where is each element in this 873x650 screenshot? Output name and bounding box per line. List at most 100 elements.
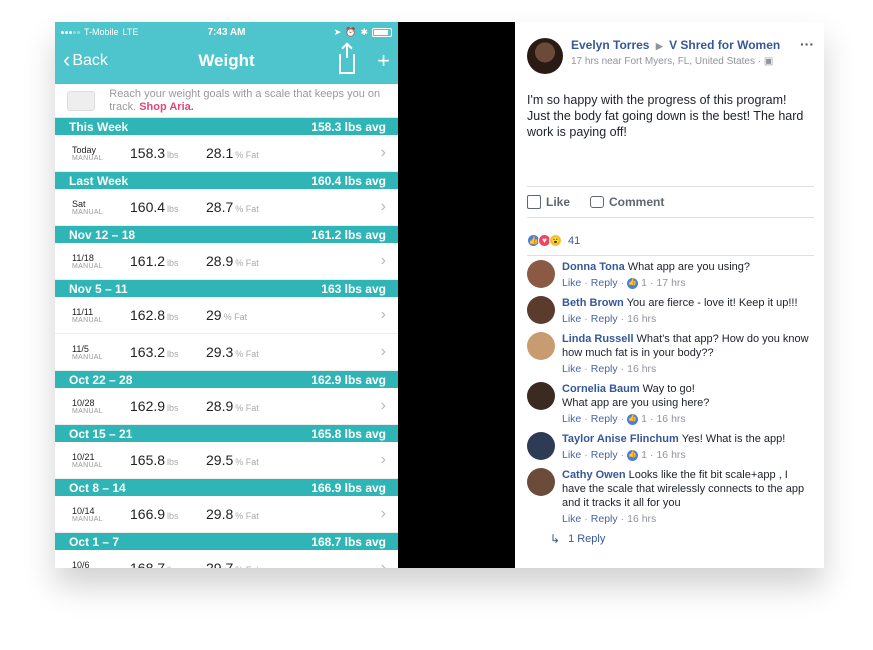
group-name[interactable]: V Shred for Women <box>669 38 780 52</box>
bluetooth-icon: ✱ <box>360 26 368 37</box>
alarm-icon: ⏰ <box>345 26 357 37</box>
week-average: 163 lbs avg <box>321 281 386 296</box>
chevron-left-icon: ‹ <box>63 46 71 72</box>
comment-like-count: 1 <box>641 413 647 425</box>
comment-reply-button[interactable]: Reply <box>591 312 618 326</box>
weight-value: 160.4 <box>130 199 166 215</box>
weight-unit: lbs <box>167 457 179 467</box>
fat-value: 28.1 <box>206 145 234 161</box>
chevron-right-icon: › <box>380 306 386 323</box>
week-section-header: Oct 22 – 28 162.9 lbs avg <box>55 371 398 388</box>
reply-arrow-icon: ↳ <box>550 532 561 546</box>
week-section-header: Oct 15 – 21 165.8 lbs avg <box>55 425 398 442</box>
commenter-name[interactable]: Linda Russell <box>562 333 634 345</box>
share-icon[interactable] <box>339 44 356 74</box>
like-count-icon: 👍 <box>627 277 639 289</box>
reaction-count: 41 <box>568 234 581 247</box>
weight-entry-row[interactable]: 11/18 MANUAL 161.2 lbs 28.9% Fat › <box>55 243 398 280</box>
comment-like-button[interactable]: Like <box>562 276 581 290</box>
entry-source: MANUAL <box>72 353 103 361</box>
fat-value: 29.8 <box>206 506 234 522</box>
fat-unit: % Fat <box>235 457 259 467</box>
weight-entry-row[interactable]: 11/11 MANUAL 162.8 lbs 29% Fat › <box>55 297 398 334</box>
weight-entry-row[interactable]: 10/6MANUAL168.7lbs29.7% Fat› <box>55 550 398 568</box>
fat-value: 29.7 <box>206 560 234 568</box>
more-options-icon[interactable]: ··· <box>800 36 814 52</box>
comment-like-count: 1 <box>641 277 647 289</box>
commenter-avatar[interactable] <box>527 296 555 324</box>
chevron-right-icon: › <box>380 505 386 522</box>
week-range: This Week <box>69 119 129 134</box>
weight-entry-row[interactable]: 10/28 MANUAL 162.9 lbs 28.9% Fat › <box>55 388 398 425</box>
weight-entry-row[interactable]: 10/21 MANUAL 165.8 lbs 29.5% Fat › <box>55 442 398 479</box>
entry-date: 10/21 <box>72 451 95 462</box>
weight-unit: lbs <box>167 204 179 214</box>
view-replies-link[interactable]: ↳ 1 Reply <box>550 532 824 546</box>
fat-value: 29 <box>206 307 222 323</box>
carrier-label: T-Mobile <box>84 27 119 37</box>
entry-date: 11/11 <box>72 306 94 317</box>
comment-reply-button[interactable]: Reply <box>591 512 618 526</box>
plus-icon[interactable]: + <box>377 48 390 74</box>
fat-unit: % Fat <box>235 258 259 268</box>
author-name[interactable]: Evelyn Torres <box>571 38 649 52</box>
weight-entry-row[interactable]: 10/14 MANUAL 166.9 lbs 29.8% Fat › <box>55 496 398 533</box>
comment: Taylor Anise Flinchum Yes! What is the ap… <box>527 432 812 462</box>
entry-source: MANUAL <box>72 262 103 270</box>
week-section-header: Nov 12 – 18 161.2 lbs avg <box>55 226 398 243</box>
weight-entry-row[interactable]: Sat MANUAL 160.4 lbs 28.7% Fat › <box>55 189 398 226</box>
weight-unit: lbs <box>167 403 179 413</box>
comment-reply-button[interactable]: Reply <box>591 276 618 290</box>
comment-time: 16 hrs <box>656 449 686 461</box>
commenter-avatar[interactable] <box>527 332 555 360</box>
entry-source: MANUAL <box>72 154 103 162</box>
commenter-avatar[interactable] <box>527 468 555 496</box>
chevron-right-icon: › <box>380 144 386 161</box>
comment-like-button[interactable]: Like <box>562 448 581 462</box>
comment-like-button[interactable]: Like <box>562 412 581 426</box>
shop-aria-link[interactable]: Shop Aria. <box>139 101 194 113</box>
comment-like-button[interactable]: Like <box>562 312 581 326</box>
week-range: Oct 8 – 14 <box>69 480 126 495</box>
entry-date: 10/14 <box>72 505 95 516</box>
reactions-summary[interactable]: 👍 ♥ 😮 41 <box>527 234 812 247</box>
weight-value: 166.9 <box>130 506 166 522</box>
comment-button[interactable]: Comment <box>590 195 664 209</box>
chevron-right-icon: › <box>380 559 386 568</box>
comment-like-button[interactable]: Like <box>562 362 581 376</box>
commenter-name[interactable]: Cornelia Baum <box>562 383 640 395</box>
entry-date: 10/28 <box>72 397 95 408</box>
week-range: Oct 1 – 7 <box>69 534 120 549</box>
week-average: 168.7 lbs avg <box>311 534 386 549</box>
weight-entry-row[interactable]: 11/5 MANUAL 163.2 lbs 29.3% Fat › <box>55 334 398 371</box>
commenter-avatar[interactable] <box>527 382 555 410</box>
comment-reply-button[interactable]: Reply <box>591 362 618 376</box>
thumbs-up-icon <box>527 195 541 209</box>
back-button[interactable]: ‹ Back <box>63 46 173 72</box>
comment-reply-button[interactable]: Reply <box>591 412 618 426</box>
commenter-name[interactable]: Cathy Owen <box>562 469 626 481</box>
fitbit-phone-screen: T-Mobile LTE 7:43 AM ➤ ⏰ ✱ ‹ Back Weight <box>55 22 398 568</box>
fat-value: 29.3 <box>206 344 234 360</box>
author-avatar[interactable] <box>527 38 563 74</box>
post-text: I'm so happy with the progress of this p… <box>527 93 804 139</box>
fat-value: 29.5 <box>206 452 234 468</box>
commenter-name[interactable]: Beth Brown <box>562 297 624 309</box>
week-section-header: Oct 1 – 7 168.7 lbs avg <box>55 533 398 550</box>
commenter-name[interactable]: Donna Tona <box>562 261 625 273</box>
weight-value: 158.3 <box>130 145 166 161</box>
comment-time: 16 hrs <box>627 513 657 525</box>
weight-value: 163.2 <box>130 344 166 360</box>
comment-reply-button[interactable]: Reply <box>591 448 618 462</box>
comment-like-button[interactable]: Like <box>562 512 581 526</box>
commenter-avatar[interactable] <box>527 432 555 460</box>
aria-promo-banner: Reach your weight goals with a scale tha… <box>55 84 398 118</box>
weight-entry-row[interactable]: Today MANUAL 158.3 lbs 28.1% Fat › <box>55 135 398 172</box>
facebook-post: Evelyn Torres ▶ V Shred for Women 17 hrs… <box>515 22 824 568</box>
commenter-name[interactable]: Taylor Anise Flinchum <box>562 433 679 445</box>
like-button[interactable]: Like <box>527 195 570 209</box>
commenter-avatar[interactable] <box>527 260 555 288</box>
entry-source: MANUAL <box>72 515 103 523</box>
actions-divider-top <box>527 217 814 218</box>
comment: Cornelia Baum Way to go! What app are you… <box>527 382 812 426</box>
